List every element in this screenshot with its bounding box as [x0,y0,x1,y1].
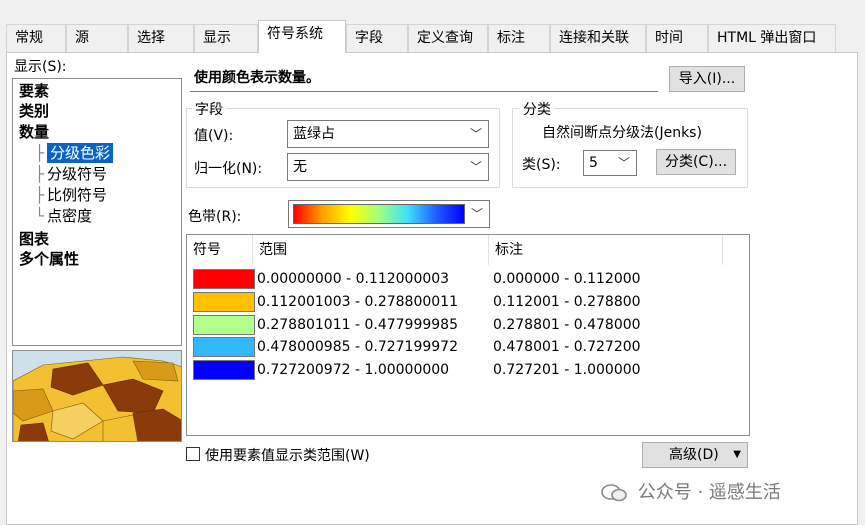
class-row[interactable]: 0.00000000 - 0.112000003 0.000000 - 0.11… [187,267,749,289]
tree-connector: ├ [35,144,45,162]
fields-group-title: 字段 [192,99,226,119]
tab-general[interactable]: 常规 [6,24,66,52]
tab-labels[interactable]: 标注 [488,24,550,52]
value-field-select[interactable]: 蓝绿占 ﹀ [287,120,489,148]
class-row[interactable]: 0.727200972 - 1.00000000 0.727201 - 1.00… [187,358,749,380]
classes-count-selected: 5 [589,155,598,171]
column-header-symbol[interactable]: 符号 [187,235,253,265]
class-label: 0.478001 - 0.727200 [493,339,641,355]
classes-count-select[interactable]: 5 ﹀ [583,150,637,176]
class-label: 0.727201 - 1.000000 [493,362,641,378]
tree-connector: └ [35,207,45,225]
show-class-ranges-checkbox[interactable] [186,447,200,461]
classification-method: 自然间断点分级法(Jenks) [542,125,702,141]
tab-html-popup[interactable]: HTML 弹出窗口 [708,24,836,52]
value-field-selected: 蓝绿占 [293,126,335,142]
tab-symbology[interactable]: 符号系统 [258,20,346,53]
class-label: 0.112001 - 0.278800 [493,294,641,310]
classification-group [512,108,748,188]
map-preview-image [12,350,182,442]
dropdown-arrow-icon: ▼ [733,449,741,460]
normalization-label: 归一化(N): [194,161,263,177]
tree-item-categories[interactable]: 类别 [19,101,49,121]
class-range: 0.727200972 - 1.00000000 [257,362,450,378]
tree-item-proportional-symbols[interactable]: 比例符号 [47,185,107,205]
class-label: 0.000000 - 0.112000 [493,271,641,287]
classes-label: 类(S): [522,157,561,173]
tree-connector: ├ [35,186,45,204]
class-range: 0.278801011 - 0.477999985 [257,317,458,333]
tree-item-quantities[interactable]: 数量 [19,122,49,142]
advanced-button[interactable]: 高级(D) ▼ [642,442,748,468]
watermark: 公众号 · 遥感生活 [600,478,781,504]
chevron-down-icon: ﹀ [470,207,483,221]
wechat-icon [601,484,627,502]
show-label: 显示(S): [14,59,67,75]
color-ramp-swatch [293,204,465,224]
symbology-description: 使用颜色表示数量。 [190,64,658,92]
class-symbol-swatch[interactable] [193,292,255,312]
chevron-down-icon: ﹀ [469,160,482,174]
tree-item-charts[interactable]: 图表 [19,229,49,249]
tab-joins-relates[interactable]: 连接和关联 [550,24,646,52]
class-symbol-swatch[interactable] [193,315,255,335]
tree-item-features[interactable]: 要素 [19,81,49,101]
class-symbol-swatch[interactable] [193,360,255,380]
class-list: 符号 范围 标注 0.00000000 - 0.112000003 0.0000… [186,234,750,436]
class-range: 0.112001003 - 0.278800011 [257,294,458,310]
advanced-button-label: 高级(D) [669,447,719,463]
classification-group-title: 分类 [520,99,554,119]
tab-display[interactable]: 显示 [194,24,258,52]
chevron-down-icon: ﹀ [469,127,482,141]
tab-bar: 常规 源 选择 显示 符号系统 字段 定义查询 标注 连接和关联 时间 HTML… [6,20,858,53]
value-label: 值(V): [194,128,234,144]
tab-definition-query[interactable]: 定义查询 [408,24,488,52]
class-row[interactable]: 0.478000985 - 0.727199972 0.478001 - 0.7… [187,335,749,357]
map-preview-graphic [13,351,181,441]
tree-item-graduated-symbols[interactable]: 分级符号 [47,164,107,184]
color-ramp-select[interactable]: ﹀ [288,200,490,228]
class-label: 0.278801 - 0.478000 [493,317,641,333]
tree-item-dot-density[interactable]: 点密度 [47,206,92,226]
import-button[interactable]: 导入(I)... [669,66,745,92]
classify-button[interactable]: 分类(C)... [656,149,736,175]
tab-selection[interactable]: 选择 [128,24,194,52]
show-class-ranges-label: 使用要素值显示类范围(W) [205,448,370,464]
class-row[interactable]: 0.112001003 - 0.278800011 0.112001 - 0.2… [187,290,749,312]
class-symbol-swatch[interactable] [193,269,255,289]
tab-fields[interactable]: 字段 [346,24,408,52]
normalization-field-select[interactable]: 无 ﹀ [287,153,489,181]
tree-item-multiple-attributes[interactable]: 多个属性 [19,249,79,269]
tree-connector: ├ [35,165,45,183]
tab-time[interactable]: 时间 [646,24,708,52]
watermark-text: 公众号 · 遥感生活 [637,482,781,503]
column-header-range[interactable]: 范围 [253,235,489,265]
tab-source[interactable]: 源 [66,24,128,52]
class-row[interactable]: 0.278801011 - 0.477999985 0.278801 - 0.4… [187,313,749,335]
class-range: 0.478000985 - 0.727199972 [257,339,458,355]
chevron-down-icon: ﹀ [617,156,630,170]
column-header-label[interactable]: 标注 [489,235,723,265]
symbology-type-tree: 要素 类别 数量 ├ 分级色彩 ├ 分级符号 ├ 比例符号 └ 点密度 图表 多… [12,78,182,346]
tree-item-graduated-colors[interactable]: 分级色彩 [47,143,114,163]
class-symbol-swatch[interactable] [193,337,255,357]
color-ramp-label: 色带(R): [188,209,242,225]
normalization-field-selected: 无 [293,159,307,175]
class-range: 0.00000000 - 0.112000003 [257,271,450,287]
